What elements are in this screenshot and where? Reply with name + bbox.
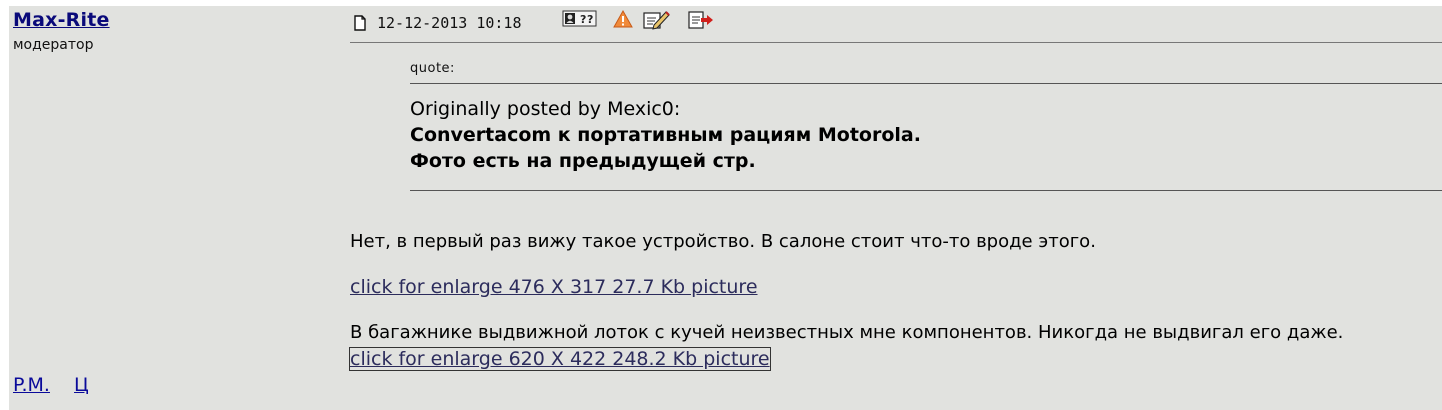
quote-reply-icon[interactable] bbox=[686, 9, 716, 31]
enlarge-picture-link[interactable]: click for enlarge 620 X 422 248.2 Kb pic… bbox=[349, 347, 771, 371]
post-author-panel: Max-Rite модератор P.M. Ц bbox=[9, 6, 339, 410]
quote-intro: Originally posted by Mexic0: bbox=[410, 98, 681, 120]
quote-body: Originally posted by Mexic0: Convertacom… bbox=[410, 84, 1442, 190]
edit-icon[interactable] bbox=[642, 9, 672, 31]
post-text: Нет, в первый раз вижу такое устройство.… bbox=[350, 231, 1096, 252]
header-divider bbox=[350, 42, 1442, 43]
quote-line: Convertacom к портативным рациям Motorol… bbox=[410, 124, 921, 146]
post-header: 12-12-2013 10:18 ? ? bbox=[350, 6, 1442, 43]
forum-post: Max-Rite модератор P.M. Ц 12-12-2013 10:… bbox=[9, 6, 1442, 410]
quote-bottom-divider bbox=[410, 190, 1442, 191]
author-actions: P.M. Ц bbox=[13, 374, 107, 396]
post-page-icon bbox=[354, 15, 366, 31]
quote-label: quote: bbox=[410, 61, 455, 76]
warning-icon[interactable] bbox=[612, 9, 634, 29]
post-content: 12-12-2013 10:18 ? ? quote: Originally p… bbox=[349, 6, 1442, 410]
author-extra-link[interactable]: Ц bbox=[74, 374, 89, 396]
post-date: 12-12-2013 10:18 bbox=[377, 14, 522, 32]
svg-text:?: ? bbox=[580, 13, 586, 26]
author-role: модератор bbox=[13, 37, 94, 53]
quote-block: quote: Originally posted by Mexic0: Conv… bbox=[410, 61, 1442, 191]
quote-line: Фото есть на предыдущей стр. bbox=[410, 150, 756, 172]
private-message-link[interactable]: P.M. bbox=[13, 374, 50, 396]
enlarge-picture-link[interactable]: click for enlarge 476 X 317 27.7 Kb pict… bbox=[350, 276, 758, 298]
author-name-link[interactable]: Max-Rite bbox=[13, 9, 110, 31]
svg-text:?: ? bbox=[587, 13, 593, 26]
profile-icon[interactable]: ? ? bbox=[562, 9, 598, 29]
post-text: В багажнике выдвижной лоток с кучей неиз… bbox=[350, 322, 1344, 343]
